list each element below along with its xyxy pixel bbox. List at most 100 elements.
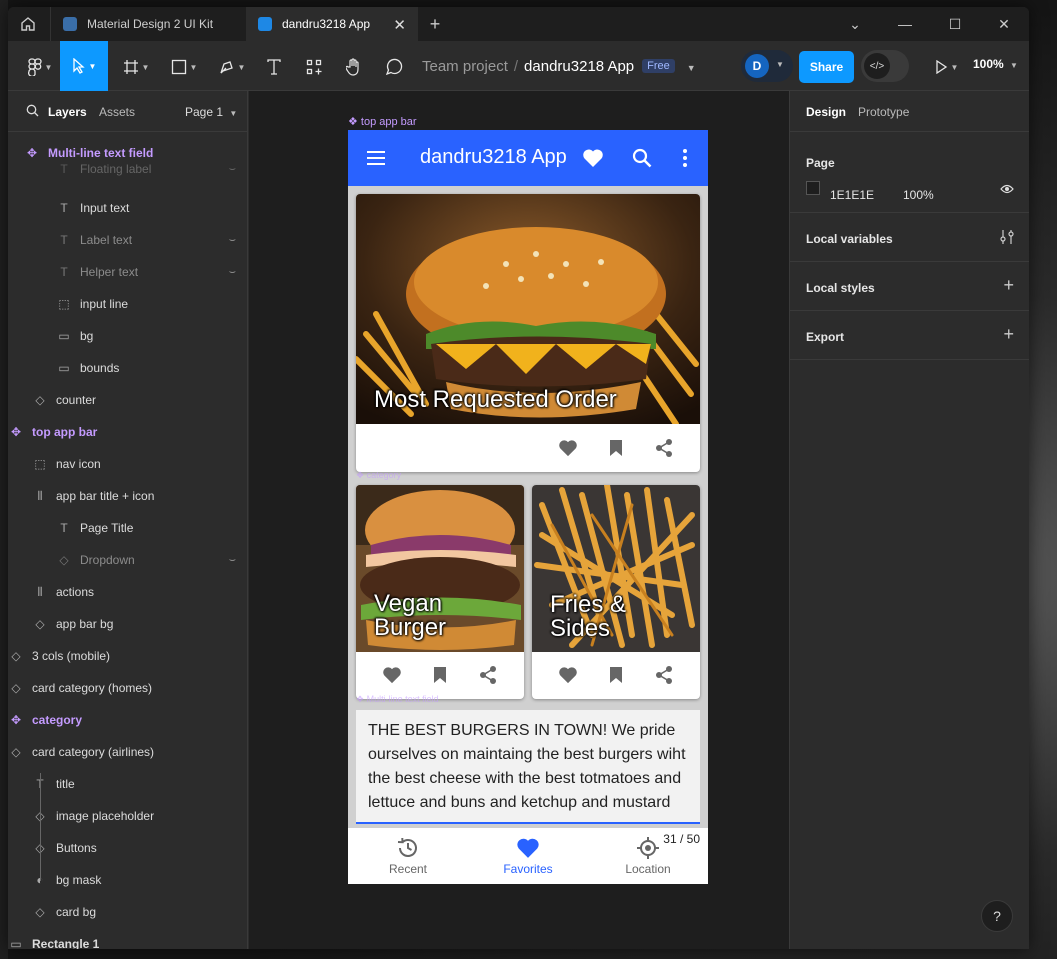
bookmark-button[interactable] (416, 651, 464, 699)
app-frame[interactable]: dandru3218 App Most Requested Order ❖ ca… (348, 130, 708, 884)
page-opacity-value[interactable]: 100% (903, 188, 934, 202)
frame-label-text-field[interactable]: ❖ Multi-line text field (356, 694, 439, 705)
tab-prototype[interactable]: Prototype (858, 105, 909, 119)
layer-row[interactable]: T Helper text ⌣ (8, 256, 247, 288)
card-vegan-burger[interactable]: Vegan Burger (356, 485, 524, 699)
layer-row[interactable]: ⦀ app bar title + icon (8, 480, 247, 512)
main-menu-button[interactable]: ▼ (20, 51, 60, 83)
add-icon[interactable]: + (1003, 275, 1014, 296)
tab-layers[interactable]: Layers (48, 105, 87, 119)
tab-design[interactable]: Design (806, 105, 846, 119)
present-button[interactable]: ▼ (926, 51, 966, 83)
tab-dandru-app[interactable]: dandru3218 App ✕ (246, 7, 418, 41)
chevron-down-icon[interactable]: ▼ (687, 63, 696, 73)
close-tab-icon[interactable]: ✕ (393, 16, 406, 34)
layer-row[interactable]: ◇ app bar bg (8, 608, 247, 640)
chevron-down-icon[interactable]: ⌄ (830, 7, 880, 41)
chevron-down-icon[interactable]: ▼ (776, 60, 784, 69)
heart-icon[interactable] (582, 148, 604, 168)
move-tool[interactable]: ▼ (60, 41, 108, 91)
layer-row[interactable]: ◇ card category (homes) (8, 672, 247, 704)
close-window-button[interactable]: ✕ (979, 7, 1029, 41)
favorite-button[interactable] (368, 651, 416, 699)
hidden-eye-icon[interactable]: ⌣ (229, 266, 236, 279)
page-color-value[interactable]: 1E1E1E (830, 188, 874, 202)
text-tool[interactable] (260, 51, 288, 83)
eye-icon[interactable] (1000, 184, 1014, 194)
share-button[interactable] (464, 651, 512, 699)
layer-row[interactable]: ▭ bounds (8, 352, 247, 384)
frame-label-top-app-bar[interactable]: ❖ top app bar (348, 115, 417, 128)
layer-row[interactable]: ◇ card category (airlines) (8, 736, 247, 768)
add-icon[interactable]: + (1003, 324, 1014, 345)
layer-row[interactable]: ▭ Rectangle 1 (8, 928, 247, 949)
share-icon (656, 439, 672, 457)
bookmark-button[interactable] (592, 651, 640, 699)
help-button[interactable]: ? (981, 900, 1013, 932)
menu-icon[interactable] (366, 149, 386, 167)
favorite-button[interactable] (544, 424, 592, 472)
comment-tool[interactable] (380, 51, 408, 83)
nav-favorites[interactable]: Favorites (468, 828, 588, 884)
frame-label-category[interactable]: ❖ category (356, 470, 401, 481)
layer-row[interactable]: T Label text ⌣ (8, 224, 247, 256)
text-field-value[interactable]: THE BEST BURGERS IN TOWN! We pride ourse… (368, 719, 692, 815)
canvas[interactable]: ❖ top app bar dandru3218 App Most Reques… (249, 91, 789, 949)
local-variables-section[interactable]: Local variables (790, 213, 1029, 262)
color-swatch[interactable] (806, 181, 820, 195)
layer-row[interactable]: T Floating label ⌣ (8, 153, 247, 185)
tab-material-design-kit[interactable]: Material Design 2 UI Kit (50, 7, 244, 41)
layer-row[interactable]: ◇ 3 cols (mobile) (8, 640, 247, 672)
more-vert-icon[interactable] (682, 148, 688, 168)
layer-row[interactable]: ◇ card bg (8, 896, 247, 928)
variables-icon[interactable] (1000, 229, 1014, 245)
file-name[interactable]: dandru3218 App (524, 58, 634, 75)
shape-tool[interactable]: ▼ (164, 51, 204, 83)
nav-recent[interactable]: Recent (348, 828, 468, 884)
zoom-dropdown[interactable]: 100% ▼ (973, 57, 1018, 71)
share-button[interactable]: Share (799, 51, 854, 83)
layer-row[interactable]: ◇ counter (8, 384, 247, 416)
team-name[interactable]: Team project (422, 58, 508, 75)
pen-tool[interactable]: ▼ (212, 51, 252, 83)
layer-row[interactable]: T Input text (8, 192, 247, 224)
layer-row[interactable]: ⬚ nav icon (8, 448, 247, 480)
layer-row[interactable]: T Page Title (8, 512, 247, 544)
search-icon[interactable] (26, 104, 39, 117)
avatar[interactable]: D (745, 54, 769, 78)
dev-mode-toggle[interactable]: </> (861, 50, 909, 82)
layer-label: Dropdown (80, 553, 135, 567)
hand-tool[interactable] (340, 51, 368, 83)
share-button[interactable] (640, 651, 688, 699)
layer-row[interactable]: ▭ bg (8, 320, 247, 352)
layer-row[interactable]: ⬚ input line (8, 288, 247, 320)
search-icon[interactable] (632, 148, 652, 168)
tab-assets[interactable]: Assets (99, 105, 135, 119)
hidden-eye-icon[interactable]: ⌣ (229, 554, 236, 567)
layer-row[interactable]: ◇Buttons (8, 832, 247, 864)
bookmark-button[interactable] (592, 424, 640, 472)
card-most-requested[interactable]: Most Requested Order (356, 194, 700, 472)
layer-row[interactable]: ◇image placeholder (8, 800, 247, 832)
layer-row[interactable]: ✥ top app bar (8, 416, 247, 448)
layer-row[interactable]: ◇ Dropdown ⌣ (8, 544, 247, 576)
multiline-text-field[interactable]: THE BEST BURGERS IN TOWN! We pride ourse… (356, 710, 700, 824)
maximize-button[interactable]: ☐ (930, 7, 980, 41)
share-button[interactable] (640, 424, 688, 472)
frame-tool[interactable]: ▼ (116, 51, 156, 83)
card-fries-sides[interactable]: Fries & Sides (532, 485, 700, 699)
resources-tool[interactable] (300, 51, 328, 83)
layer-row[interactable]: Ttitle (8, 768, 247, 800)
export-section[interactable]: Export + (790, 311, 1029, 360)
layer-row[interactable]: ⦀ actions (8, 576, 247, 608)
hidden-eye-icon[interactable]: ⌣ (229, 163, 236, 176)
local-styles-section[interactable]: Local styles + (790, 262, 1029, 311)
layer-row[interactable]: ✥ category (8, 704, 247, 736)
favorite-button[interactable] (544, 651, 592, 699)
layer-row[interactable]: ◐bg mask (8, 864, 247, 896)
home-button[interactable] (8, 7, 48, 41)
hidden-eye-icon[interactable]: ⌣ (229, 234, 236, 247)
minimize-button[interactable]: — (880, 7, 930, 41)
page-selector[interactable]: Page 1 ▼ (185, 105, 237, 119)
new-tab-button[interactable]: + (418, 7, 452, 41)
